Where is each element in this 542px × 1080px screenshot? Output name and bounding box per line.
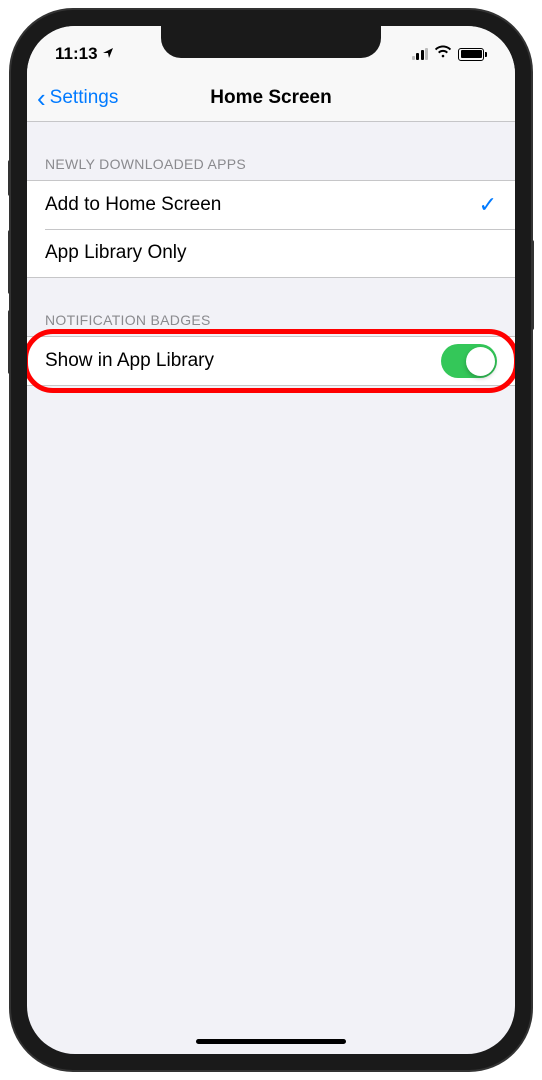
battery-icon: [458, 48, 487, 61]
chevron-left-icon: ‹: [37, 85, 46, 111]
option-label: App Library Only: [45, 242, 187, 264]
notch: [161, 26, 381, 58]
home-indicator[interactable]: [196, 1039, 346, 1044]
list-group-newly-downloaded: Add to Home Screen ✓ App Library Only: [27, 180, 515, 278]
page-title: Home Screen: [210, 87, 331, 109]
row-show-in-app-library[interactable]: Show in App Library: [27, 337, 515, 385]
list-group-notification-badges: Show in App Library: [27, 336, 515, 386]
silent-switch: [8, 160, 11, 196]
toggle-show-in-app-library[interactable]: [441, 344, 497, 378]
status-right: [412, 45, 488, 64]
row-label: Show in App Library: [45, 350, 214, 372]
volume-down-button: [8, 310, 11, 374]
screen: 11:13: [27, 26, 515, 1054]
cellular-signal-icon: [412, 48, 429, 60]
wifi-icon: [434, 45, 452, 64]
section-header-newly-downloaded: Newly Downloaded Apps: [27, 122, 515, 180]
option-label: Add to Home Screen: [45, 194, 221, 216]
status-time: 11:13: [55, 44, 98, 64]
phone-frame: 11:13: [11, 10, 531, 1070]
navigation-bar: ‹ Settings Home Screen: [27, 74, 515, 122]
option-add-to-home-screen[interactable]: Add to Home Screen ✓: [27, 181, 515, 229]
content-area: Newly Downloaded Apps Add to Home Screen…: [27, 122, 515, 386]
volume-up-button: [8, 230, 11, 294]
back-button[interactable]: ‹ Settings: [37, 85, 118, 111]
option-app-library-only[interactable]: App Library Only: [27, 229, 515, 277]
status-left: 11:13: [55, 44, 114, 64]
toggle-knob: [466, 347, 495, 376]
checkmark-icon: ✓: [479, 192, 497, 218]
section-header-notification-badges: Notification Badges: [27, 278, 515, 336]
location-icon: [102, 47, 114, 62]
back-label: Settings: [50, 87, 119, 109]
power-button: [531, 240, 534, 330]
